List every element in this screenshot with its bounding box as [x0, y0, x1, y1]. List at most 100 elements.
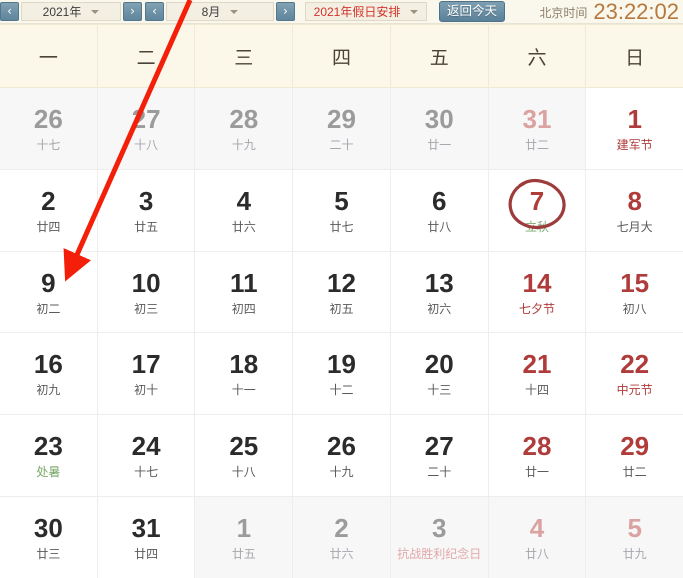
lunar-or-festival-label: 初六 — [427, 301, 452, 316]
calendar-day-cell[interactable]: 22 中元节 — [586, 333, 683, 415]
calendar-week-row: 2 廿四 3 廿五 4 廿六 5 廿七 6 廿八 7 立秋 8 七月大 — [0, 169, 683, 252]
day-number: 30 — [33, 513, 63, 544]
calendar-day-cell[interactable]: 1 廿五 — [195, 497, 294, 578]
day-number: 4 — [529, 513, 545, 544]
lunar-or-festival-label: 十七 — [36, 137, 61, 152]
calendar-day-cell[interactable]: 2 廿四 — [0, 169, 98, 251]
day-number: 21 — [522, 349, 552, 380]
day-number: 22 — [620, 349, 650, 380]
calendar-day-cell[interactable]: 5 廿七 — [293, 169, 391, 251]
day-number: 19 — [327, 349, 356, 380]
month-selector[interactable]: 8月 — [166, 2, 274, 21]
day-number: 17 — [131, 349, 161, 380]
lunar-or-festival-label: 初十 — [134, 383, 159, 398]
lunar-or-festival-label: 初二 — [36, 301, 61, 316]
day-number: 3 — [138, 185, 154, 216]
day-number: 28 — [522, 431, 552, 462]
calendar-day-cell[interactable]: 16 初九 — [0, 333, 98, 415]
next-year-button[interactable]: › — [123, 2, 142, 21]
calendar-day-cell[interactable]: 6 廿八 — [390, 169, 489, 251]
lunar-or-festival-label: 七夕节 — [518, 301, 555, 316]
weekday-header-4: 四 — [293, 25, 391, 87]
calendar-day-cell[interactable]: 26 十七 — [0, 88, 98, 169]
lunar-or-festival-label: 廿七 — [329, 219, 354, 234]
calendar-day-cell[interactable]: 15 初八 — [586, 251, 683, 333]
weekday-header-1: 一 — [0, 25, 98, 87]
lunar-or-festival-label: 立秋 — [524, 219, 549, 234]
day-number: 7 — [529, 185, 545, 216]
next-month-button[interactable]: › — [276, 2, 295, 21]
calendar-day-cell[interactable]: 26 十九 — [293, 415, 391, 497]
prev-month-button[interactable]: ‹ — [145, 2, 164, 21]
year-value: 2021年 — [42, 5, 82, 19]
calendar-day-cell[interactable]: 19 十二 — [293, 333, 391, 415]
calendar: 一二三四五六日 26 十七 27 十八 28 十九 29 二十 30 廿一 31 廿二 1 建军节 2 廿四 3… — [0, 24, 683, 578]
lunar-or-festival-label: 初八 — [622, 301, 647, 316]
lunar-or-festival-label: 廿一 — [524, 465, 549, 480]
return-to-today-button[interactable]: 返回今天 — [439, 1, 506, 22]
calendar-day-cell[interactable]: 25 十八 — [195, 415, 294, 497]
calendar-day-cell[interactable]: 31 廿四 — [97, 497, 196, 578]
month-value: 8月 — [201, 5, 221, 19]
lunar-or-festival-label: 十七 — [134, 465, 159, 480]
chevron-down-icon — [230, 9, 239, 14]
day-number: 8 — [627, 185, 642, 216]
lunar-or-festival-label: 处暑 — [36, 465, 61, 480]
lunar-or-festival-label: 十三 — [427, 383, 452, 398]
day-number: 5 — [627, 513, 642, 544]
day-number: 5 — [334, 185, 349, 216]
calendar-day-cell[interactable]: 5 廿九 — [586, 497, 683, 578]
calendar-day-cell[interactable]: 7 立秋 — [488, 169, 587, 251]
day-number: 14 — [522, 267, 552, 298]
lunar-or-festival-label: 廿八 — [427, 219, 452, 234]
calendar-day-cell[interactable]: 18 十一 — [195, 333, 294, 415]
calendar-day-cell[interactable]: 14 七夕节 — [488, 251, 587, 333]
calendar-day-cell[interactable]: 27 二十 — [390, 415, 489, 497]
calendar-day-cell[interactable]: 29 廿二 — [586, 415, 683, 497]
day-number: 26 — [33, 103, 63, 134]
calendar-day-cell[interactable]: 1 建军节 — [586, 88, 683, 169]
calendar-day-cell[interactable]: 10 初三 — [97, 251, 196, 333]
calendar-day-cell[interactable]: 30 廿一 — [390, 88, 489, 169]
calendar-day-cell[interactable]: 4 廿六 — [195, 169, 294, 251]
day-number: 11 — [230, 267, 258, 298]
day-number: 24 — [131, 431, 161, 462]
calendar-day-cell[interactable]: 29 二十 — [293, 88, 391, 169]
weekday-header-row: 一二三四五六 日 — [0, 24, 683, 88]
calendar-day-cell[interactable]: 3 抗战胜利纪念日 — [390, 497, 489, 578]
lunar-or-festival-label: 廿六 — [329, 547, 354, 562]
calendar-body: 26 十七 27 十八 28 十九 29 二十 30 廿一 31 廿二 1 建军节 2 廿四 3 廿五 4 廿六 5 廿七… — [0, 88, 683, 578]
calendar-day-cell[interactable]: 11 初四 — [195, 251, 294, 333]
day-number: 2 — [41, 185, 56, 216]
calendar-day-cell[interactable]: 24 十七 — [97, 415, 196, 497]
calendar-day-cell[interactable]: 9 初二 — [0, 251, 98, 333]
calendar-day-cell[interactable]: 4 廿八 — [488, 497, 587, 578]
day-number: 2 — [334, 513, 349, 544]
calendar-day-cell[interactable]: 20 十三 — [390, 333, 489, 415]
prev-year-button[interactable]: ‹ — [0, 2, 19, 21]
calendar-day-cell[interactable]: 31 廿二 — [488, 88, 587, 169]
calendar-day-cell[interactable]: 28 廿一 — [488, 415, 587, 497]
calendar-day-cell[interactable]: 13 初六 — [390, 251, 489, 333]
calendar-day-cell[interactable]: 17 初十 — [97, 333, 196, 415]
calendar-day-cell[interactable]: 8 七月大 — [586, 169, 683, 251]
calendar-day-cell[interactable]: 30 廿三 — [0, 497, 98, 578]
day-number: 27 — [424, 431, 454, 462]
weekday-header-6: 六 — [489, 25, 587, 87]
calendar-day-cell[interactable]: 23 处暑 — [0, 415, 98, 497]
calendar-day-cell[interactable]: 3 廿五 — [97, 169, 196, 251]
calendar-day-cell[interactable]: 21 十四 — [488, 333, 587, 415]
calendar-day-cell[interactable]: 28 十九 — [195, 88, 294, 169]
calendar-day-cell[interactable]: 27 十八 — [97, 88, 196, 169]
lunar-or-festival-label: 廿六 — [231, 219, 256, 234]
day-number: 1 — [627, 103, 642, 134]
calendar-day-cell[interactable]: 12 初五 — [293, 251, 391, 333]
weekday-header-3: 三 — [195, 25, 294, 87]
lunar-or-festival-label: 廿二 — [524, 137, 549, 152]
year-selector[interactable]: 2021年 — [21, 2, 121, 21]
calendar-day-cell[interactable]: 2 廿六 — [293, 497, 391, 578]
day-number: 31 — [131, 513, 161, 544]
lunar-or-festival-label: 廿四 — [36, 219, 61, 234]
lunar-or-festival-label: 廿五 — [134, 219, 159, 234]
holiday-schedule-selector[interactable]: 2021年假日安排 — [305, 2, 427, 21]
